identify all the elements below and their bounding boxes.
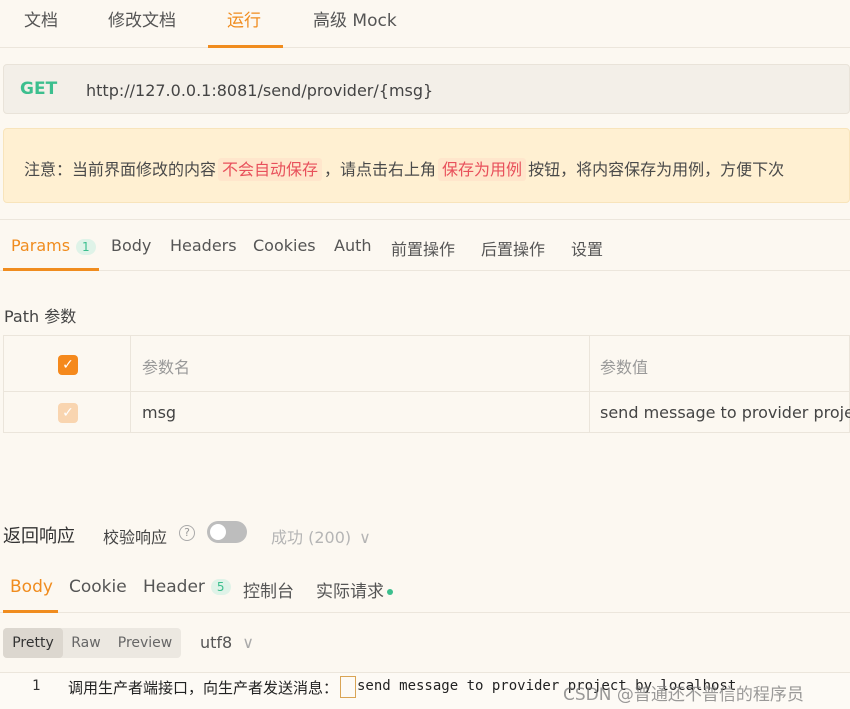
unsaved-notice: 注意：当前界面修改的内容 不会自动保存 ，请点击右上角 保存为用例 按钮，将内容保存为用… [3,128,850,203]
chevron-down-icon: ∨ [359,528,371,547]
notice-prefix: 注意：当前界面修改的内容 [24,160,217,179]
tab-response-header[interactable]: Header 5 [143,577,231,597]
response-status-select[interactable]: 成功 (200) ∨ [271,524,371,548]
tab-edit-docs[interactable]: 修改文档 [108,6,176,31]
help-icon[interactable]: ? [179,525,195,541]
chevron-down-icon: ∨ [242,633,254,652]
cursor-highlight [340,676,356,698]
column-divider [130,392,131,433]
format-pretty-button[interactable]: Pretty [3,628,63,658]
row-checkbox[interactable]: ✓ [58,403,78,423]
tab-response-cookie[interactable]: Cookie [69,577,127,597]
tab-docs[interactable]: 文档 [24,6,58,31]
notice-highlight-save-as-case: 保存为用例 [438,158,527,181]
tab-response-body[interactable]: Body [10,577,53,597]
path-params-table: ✓ 参数名 参数值 ✓ msg send message to provider… [3,335,850,433]
tab-response-header-label: Header [143,577,205,597]
column-divider [589,336,590,391]
tab-params-label: Params [11,236,71,255]
tab-advanced-mock[interactable]: 高级 Mock [313,6,397,31]
tab-pre-processors[interactable]: 前置操作 [391,236,455,260]
line-number: 1 [32,678,41,694]
params-count-badge: 1 [76,238,96,255]
request-param-tabs: Params 1 Body Headers Cookies Auth 前置操作 后… [0,219,850,271]
column-header-name: 参数名 [142,358,191,377]
tab-post-processors[interactable]: 后置操作 [481,236,545,260]
tab-body[interactable]: Body [111,236,151,255]
request-url[interactable]: http://127.0.0.1:8081/send/provider/{msg… [86,81,433,100]
notice-suffix: 按钮，将内容保存为用例，方便下次 [528,160,785,179]
active-tab-indicator [208,45,283,48]
tab-params[interactable]: Params 1 [11,236,96,255]
table-header-row: ✓ 参数名 参数值 [4,336,850,392]
format-segmented-control: Pretty Raw Preview [3,628,181,658]
top-tab-bar: 文档 修改文档 运行 高级 Mock [0,0,850,48]
response-tabs: Body Cookie Header 5 控制台 实际请求 [0,565,850,613]
column-header-value: 参数值 [600,358,649,377]
table-row: ✓ msg send message to provider projec [4,392,850,433]
request-url-bar[interactable]: GET http://127.0.0.1:8081/send/provider/… [3,64,850,114]
response-header: 返回响应 校验响应 ? 成功 (200) ∨ [0,518,850,548]
body-tab-indicator [3,610,58,613]
tab-headers[interactable]: Headers [170,236,237,255]
validate-response-toggle[interactable] [207,521,247,543]
tab-actual-request-label: 实际请求 [316,582,384,602]
status-dot-icon [387,589,393,595]
tab-console[interactable]: 控制台 [243,577,294,602]
param-name-cell[interactable]: msg [142,403,176,422]
header-count-badge: 5 [210,579,231,595]
format-preview-button[interactable]: Preview [109,628,181,658]
watermark: CSDN @普通还不普信的程序员 [563,685,804,705]
toggle-knob [210,524,226,540]
status-select-value: 成功 (200) [271,528,352,547]
tab-settings[interactable]: 设置 [571,236,603,260]
tab-run[interactable]: 运行 [227,6,261,31]
select-all-checkbox[interactable]: ✓ [58,355,78,375]
path-params-title: Path 参数 [4,307,77,326]
tab-cookies[interactable]: Cookies [253,236,316,255]
http-method[interactable]: GET [20,79,57,99]
encoding-select[interactable]: utf8 ∨ [200,633,254,652]
response-text-cn: 调用生产者端接口，向生产者发送消息： [68,679,339,697]
column-divider [130,336,131,391]
format-raw-button[interactable]: Raw [63,628,109,658]
notice-highlight-autosave: 不会自动保存 [218,158,323,181]
tab-auth[interactable]: Auth [334,236,372,255]
response-title: 返回响应 [3,526,75,547]
notice-text: 注意：当前界面修改的内容 不会自动保存 ，请点击右上角 保存为用例 按钮，将内容保存为用… [24,156,785,181]
notice-middle: ，请点击右上角 [324,160,437,179]
validate-response-label: 校验响应 [103,528,168,547]
tab-actual-request[interactable]: 实际请求 [316,577,393,602]
param-value-cell[interactable]: send message to provider projec [600,403,850,422]
params-tab-indicator [3,268,99,271]
column-divider [589,392,590,433]
encoding-value: utf8 [200,633,233,652]
